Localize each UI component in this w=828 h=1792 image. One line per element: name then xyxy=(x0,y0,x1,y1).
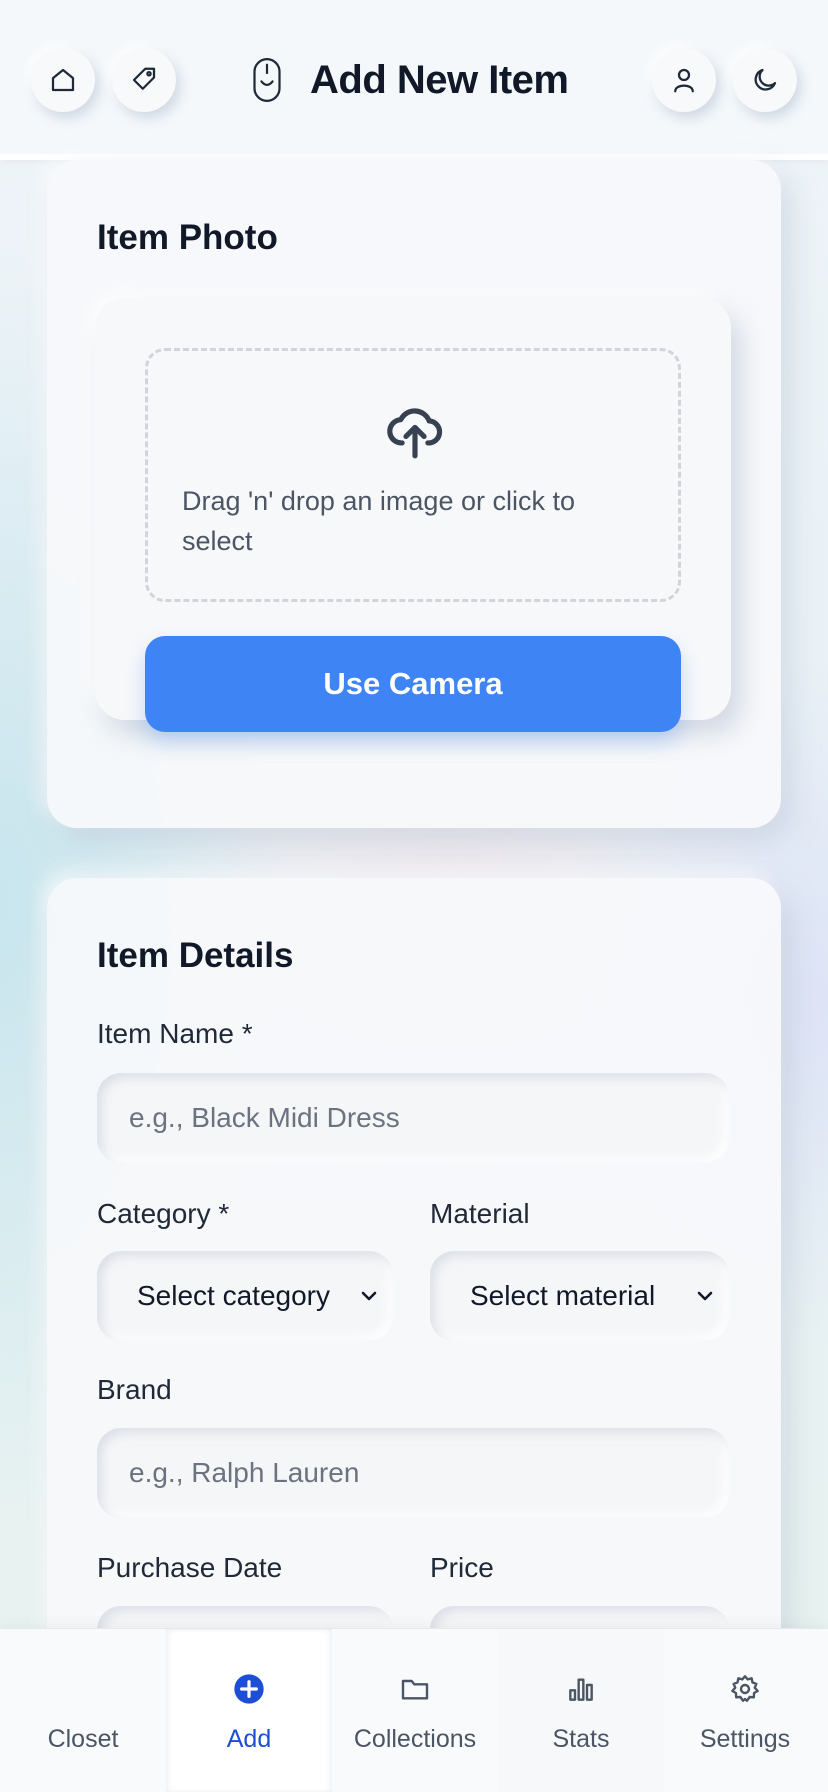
theme-toggle-button[interactable] xyxy=(733,48,797,112)
profile-button[interactable] xyxy=(652,48,716,112)
nav-item-settings[interactable]: Settings xyxy=(662,1629,828,1792)
use-camera-button[interactable]: Use Camera xyxy=(145,636,681,732)
nav-item-label: Stats xyxy=(552,1725,610,1753)
bar-chart-icon xyxy=(569,1678,593,1701)
photo-upload-panel: Drag 'n' drop an image or click to selec… xyxy=(95,298,731,732)
app-header: Add New Item xyxy=(0,0,828,160)
material-select-value: Select material xyxy=(470,1280,656,1311)
moon-icon xyxy=(754,68,777,91)
dropzone-text: Drag 'n' drop an image or click to selec… xyxy=(182,486,575,556)
nav-item-label: Add xyxy=(226,1725,272,1753)
mouse-icon xyxy=(253,58,281,102)
item-name-input[interactable]: e.g., Black Midi Dress xyxy=(97,1073,729,1163)
nav-item-collections[interactable]: Collections xyxy=(332,1629,498,1792)
gear-icon xyxy=(731,1675,759,1702)
plus-circle-icon xyxy=(234,1674,264,1704)
nav-item-closet[interactable]: Closet xyxy=(0,1629,166,1792)
page-title: Add New Item xyxy=(310,57,569,102)
folder-icon xyxy=(401,1679,429,1700)
item-details-title: Item Details xyxy=(97,936,294,975)
item-photo-card: Item Photo Drag 'n' drop an image or cli… xyxy=(47,160,781,828)
user-icon xyxy=(674,68,694,93)
brand-label: Brand xyxy=(97,1374,172,1405)
chevron-down-icon xyxy=(697,1291,713,1301)
brand-input[interactable]: e.g., Ralph Lauren xyxy=(97,1428,729,1518)
header-title-group: Add New Item xyxy=(250,48,569,112)
nav-item-add[interactable]: Add xyxy=(166,1629,332,1792)
item-details-card: Item Details Item Name * e.g., Black Mid… xyxy=(47,878,781,1696)
nav-item-label: Collections xyxy=(353,1725,477,1753)
nav-item-stats[interactable]: Stats xyxy=(498,1629,664,1792)
purchase-date-label: Purchase Date xyxy=(97,1552,283,1583)
category-select[interactable]: Select category xyxy=(97,1251,393,1341)
item-photo-title: Item Photo xyxy=(97,218,278,257)
chevron-down-icon xyxy=(361,1291,377,1301)
tag-button[interactable] xyxy=(112,48,176,112)
price-label: Price xyxy=(430,1552,494,1583)
nav-item-label: Closet xyxy=(47,1725,119,1753)
category-select-value: Select category xyxy=(137,1280,330,1311)
item-name-label: Item Name * xyxy=(97,1018,253,1049)
home-icon xyxy=(51,68,75,92)
category-label: Category * xyxy=(97,1198,230,1229)
tag-icon xyxy=(132,67,156,90)
cloud-upload-icon xyxy=(387,408,443,459)
home-button[interactable] xyxy=(31,48,95,112)
nav-item-label: Settings xyxy=(699,1725,791,1753)
bottom-nav: Closet Add Collections Stats Settings xyxy=(0,1628,828,1792)
image-dropzone[interactable]: Drag 'n' drop an image or click to selec… xyxy=(145,348,681,602)
material-label: Material xyxy=(430,1198,530,1229)
material-select[interactable]: Select material xyxy=(430,1251,729,1341)
